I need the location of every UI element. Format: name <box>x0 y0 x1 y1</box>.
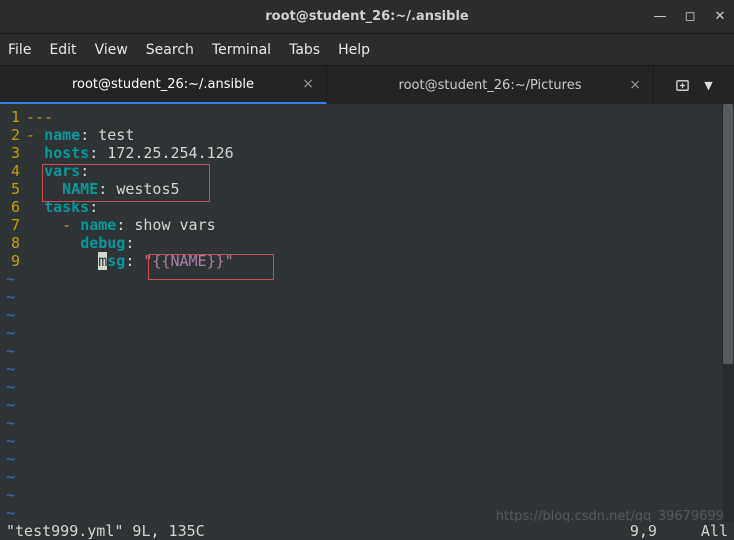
tab-label: root@student_26:~/.ansible <box>72 77 254 92</box>
lineno: 5 <box>4 180 26 198</box>
tilde: ~ <box>4 360 734 378</box>
tilde: ~ <box>4 324 734 342</box>
tabbar: root@student_26:~/.ansible × root@studen… <box>0 66 734 104</box>
tab-ansible[interactable]: root@student_26:~/.ansible × <box>0 66 327 104</box>
titlebar: root@student_26:~/.ansible — ◻ ✕ <box>0 0 734 34</box>
scrollbar[interactable] <box>722 104 734 522</box>
tilde: ~ <box>4 378 734 396</box>
tilde: ~ <box>4 306 734 324</box>
lineno: 4 <box>4 162 26 180</box>
lineno: 3 <box>4 144 26 162</box>
tab-label: root@student_26:~/Pictures <box>399 78 582 93</box>
status-file: "test999.yml" 9L, 135C <box>6 522 205 540</box>
chevron-down-icon[interactable]: ▼ <box>704 79 712 92</box>
tilde: ~ <box>4 288 734 306</box>
tilde: ~ <box>4 486 734 504</box>
tilde: ~ <box>4 270 734 288</box>
status-cursor-pos: 9,9 <box>630 522 657 540</box>
tilde: ~ <box>4 432 734 450</box>
close-button[interactable]: ✕ <box>712 9 728 24</box>
lineno: 1 <box>4 108 26 126</box>
lineno: 8 <box>4 234 26 252</box>
new-tab-icon[interactable] <box>675 78 690 93</box>
lineno: 2 <box>4 126 26 144</box>
statusbar: "test999.yml" 9L, 135C 9,9 All <box>0 522 734 540</box>
lineno: 7 <box>4 216 26 234</box>
menu-terminal[interactable]: Terminal <box>212 42 271 58</box>
window-title: root@student_26:~/.ansible <box>265 9 468 24</box>
menu-tabs[interactable]: Tabs <box>289 42 320 58</box>
tilde: ~ <box>4 342 734 360</box>
minimize-button[interactable]: — <box>652 9 668 24</box>
lineno: 6 <box>4 198 26 216</box>
tab-pictures[interactable]: root@student_26:~/Pictures × <box>327 66 654 104</box>
tilde: ~ <box>4 504 734 522</box>
tilde: ~ <box>4 450 734 468</box>
menu-view[interactable]: View <box>95 42 128 58</box>
lineno: 9 <box>4 252 26 270</box>
maximize-button[interactable]: ◻ <box>682 9 698 24</box>
window-controls: — ◻ ✕ <box>652 9 728 24</box>
tab-extras: ▼ <box>654 66 734 104</box>
tilde: ~ <box>4 396 734 414</box>
yaml-doc-start: --- <box>26 108 53 126</box>
close-icon[interactable]: × <box>302 76 314 92</box>
menu-file[interactable]: File <box>8 42 31 58</box>
status-percent: All <box>701 522 728 540</box>
cursor: m <box>98 252 107 270</box>
terminal-editor[interactable]: 1--- 2- name: test 3 hosts: 172.25.254.1… <box>0 104 734 522</box>
tilde: ~ <box>4 468 734 486</box>
menubar: File Edit View Search Terminal Tabs Help <box>0 34 734 66</box>
menu-search[interactable]: Search <box>146 42 194 58</box>
close-icon[interactable]: × <box>629 77 641 93</box>
tilde: ~ <box>4 414 734 432</box>
menu-edit[interactable]: Edit <box>49 42 76 58</box>
scrollbar-thumb[interactable] <box>723 104 733 364</box>
menu-help[interactable]: Help <box>338 42 370 58</box>
